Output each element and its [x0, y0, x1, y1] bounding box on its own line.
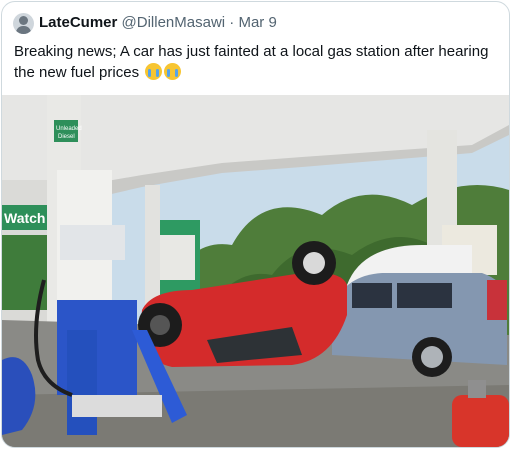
gas-station-photo: Watch Unleaded Diesel — [2, 95, 509, 447]
tweet-text: Breaking news; A car has just fainted at… — [14, 41, 499, 83]
tweet-date[interactable]: Mar 9 — [238, 14, 276, 31]
crying-face-icon — [145, 63, 163, 80]
user-handle[interactable]: @DillenMasawi — [122, 14, 226, 31]
pump-label-unleaded: Unleaded — [56, 126, 82, 132]
watch-sign: Watch — [4, 210, 45, 226]
tweet-body: Breaking news; A car has just fainted at… — [14, 43, 489, 81]
tweet-photo[interactable]: Watch Unleaded Diesel — [2, 95, 509, 447]
pump-label-diesel: Diesel — [58, 134, 75, 140]
tweet-card[interactable]: LateCumer @DillenMasawi · Mar 9 Breaking… — [1, 1, 510, 448]
separator: · — [229, 14, 235, 31]
display-name[interactable]: LateCumer — [39, 14, 117, 31]
tweet-header: LateCumer @DillenMasawi · Mar 9 — [39, 14, 277, 31]
avatar[interactable] — [13, 13, 34, 34]
crying-face-icon — [164, 63, 182, 80]
